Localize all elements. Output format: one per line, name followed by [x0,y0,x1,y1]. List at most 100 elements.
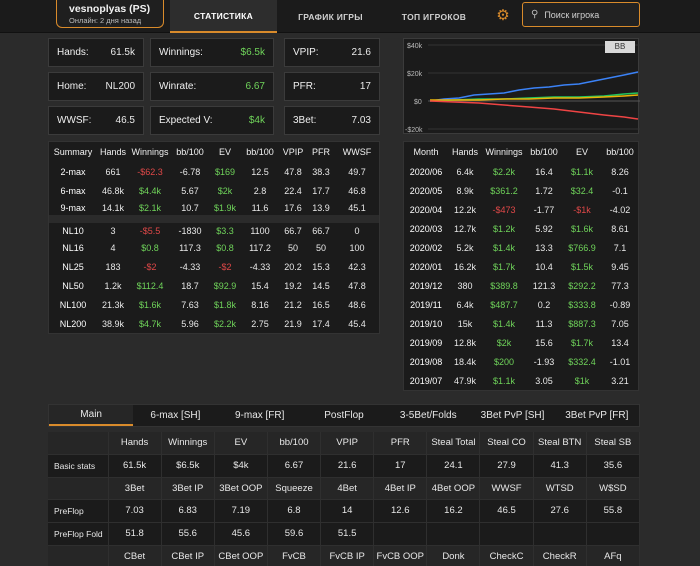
nav-top-players[interactable]: ТОП ИГРОКОВ [384,0,484,33]
table-row: 6-max 46.8k $4.4k 5.67 $2k 2.8 22.4 17.7 46.8 [49,181,379,200]
nav-statistics[interactable]: СТАТИСТИКА [170,0,277,33]
player-card[interactable]: vesnoplyas (PS) Онлайн: 2 дня назад [56,0,164,28]
grid-cell [373,522,428,546]
gear-icon[interactable]: ⚙ [494,7,512,25]
y-label: -$20k [405,127,423,134]
table-cell: $487.7 [490,299,518,310]
tab-3-5bet-folds[interactable]: 3-5Bet/Folds [386,405,470,426]
grid-cell: $6.5k [161,454,215,478]
table-cell: $766.9 [568,242,596,253]
grid-cell: 14 [320,499,375,523]
table-row: 2019/09 12.8k $2k 15.6 $1.7k 13.4 [404,333,638,352]
winnings-graph[interactable]: $40k $20k $0 -$20k BB [403,38,640,134]
table-row: 2020/01 16.2k $1.7k 10.4 $1.5k 9.45 [404,257,638,276]
table-cell: 8.26 [611,166,629,177]
table-row: 2020/04 12.2k -$473 -1.77 -$1k -4.02 [404,200,638,219]
row-label: 2019/08 [409,356,443,367]
table-cell: 16.4 [535,166,553,177]
table-cell: $3.3 [209,215,241,238]
tab-6max[interactable]: 6-max [SH] [133,405,217,426]
search-icon: ⚲ [531,9,539,20]
table-cell: 8.9k [456,185,474,196]
grid-cell: 17 [373,454,428,478]
table-row: NL100 21.3k $1.6k 7.63 $1.8k 8.16 21.2 16.5 48.6 [49,295,379,314]
table-cell: 9.45 [611,261,629,272]
row-label [48,545,109,566]
y-label: $20k [407,71,423,78]
table-cell: 47.8 [284,166,302,177]
table-cell: 17.6 [284,202,302,213]
table-cell: 121.3 [532,280,556,291]
col-header: bb/100 [267,432,322,455]
col-header: bb/100 [246,147,274,157]
tab-3bet-pvp-fr[interactable]: 3Bet PvP [FR] [555,405,639,426]
grid-cell: 59.6 [267,522,322,546]
table-cell: 12.5 [251,166,269,177]
table-cell: 183 [105,261,121,272]
table-cell: -1.77 [533,204,555,215]
stat-value: 7.03 [351,115,371,126]
row-label [48,477,109,500]
row-label: 2020/04 [409,204,443,215]
grid-cell [426,522,481,546]
table-cell: 3.21 [611,375,629,386]
table-cell: $2.2k [492,166,516,177]
col-header: Winnings [485,147,523,157]
table-cell: 77.3 [611,280,629,291]
stat-label: PFR: [293,81,316,92]
table-cell: 10.4 [535,261,553,272]
tab-3bet-pvp-sh[interactable]: 3Bet PvP [SH] [470,405,554,426]
row-label: 2019/09 [409,337,443,348]
col-header: FvCB OOP [373,545,428,566]
table-row: NL50 1.2k $112.4 18.7 $92.9 15.4 19.2 14.5 47.8 [49,276,379,295]
table-cell: 100 [349,242,365,253]
table-cell: 21.9 [284,318,302,329]
stat-expected-value: Expected V: $4k [150,106,274,135]
table-cell: 13.4 [611,337,629,348]
table-cell: 15k [457,318,473,329]
stat-label: WWSF: [57,115,92,126]
stat-value: 6.67 [245,81,265,92]
monthly-table: Month Hands Winnings bb/100 EV bb/100 20… [403,141,639,391]
table-cell: 66.7 [279,215,307,238]
col-header: 3Bet OOP [214,477,268,500]
col-header: 4Bet OOP [426,477,481,500]
table-row: NL16 4 $0.8 117.3 $0.8 117.2 50 50 100 [49,238,379,257]
table-cell: $200 [493,356,515,367]
col-header: CBet IP [161,545,215,566]
table-cell: 38.9k [101,318,125,329]
table-cell: 0 [335,215,379,238]
grid-cell: 55.8 [586,499,641,523]
tab-main[interactable]: Main [49,405,134,426]
search-input[interactable] [544,9,635,20]
grid-cell: 55.6 [161,522,215,546]
row-label: PreFlop Fold [48,522,109,546]
player-status: Онлайн: 2 дня назад [69,16,142,25]
grid-cell: 61.5k [108,454,162,478]
table-cell: 15.6 [535,337,553,348]
tab-postflop[interactable]: PostFlop [302,405,386,426]
table-cell: 14.5 [312,280,330,291]
table-cell: $1.8k [213,299,237,310]
table-cell: -$2 [218,261,232,272]
table-row: 2020/03 12.7k $1.2k 5.92 $1.6k 8.61 [404,219,638,238]
search-box[interactable]: ⚲ [522,2,640,27]
col-header: FvCB [267,545,322,566]
top-bar: vesnoplyas (PS) Онлайн: 2 дня назад СТАТ… [0,0,700,33]
table-cell: $1.9k [213,202,237,213]
table-cell: 1100 [241,215,279,238]
table-cell: $1.4k [492,318,516,329]
table-cell: $0.8 [141,242,159,253]
row-label: 2-max [60,166,86,177]
grid-cell: 27.9 [479,454,534,478]
table-cell: $0.8 [216,242,234,253]
bb-toggle-button[interactable]: BB [605,41,635,53]
grid-cell: 21.6 [320,454,375,478]
nav-game-graph[interactable]: ГРАФИК ИГРЫ [277,0,384,33]
table-cell: 117.3 [179,242,201,253]
grid-cell [533,522,587,546]
tab-9max[interactable]: 9-max [FR] [218,405,302,426]
table-row: 2020/05 8.9k $361.2 1.72 $32.4 -0.1 [404,181,638,200]
grid-cell: 51.5 [320,522,375,546]
grid-header-row: Hands Winnings EV bb/100 VPIP PFR Steal Total S… [48,432,641,455]
